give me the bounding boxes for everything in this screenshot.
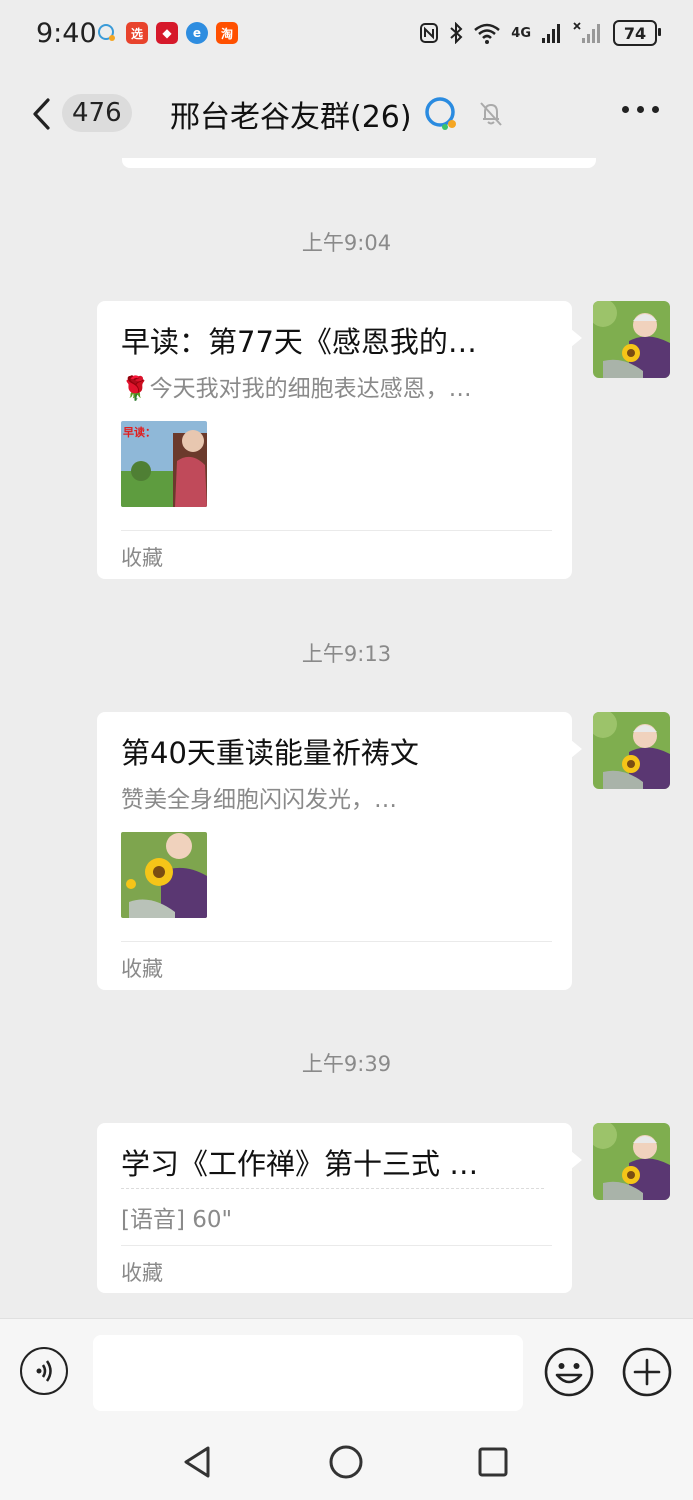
channel-bubble-icon <box>424 97 456 130</box>
message-time: 上午9:04 <box>301 231 392 255</box>
avatar-image <box>593 712 670 789</box>
battery-icon: 74 <box>613 20 661 46</box>
message-title: 第40天重读能量祈祷文 <box>121 736 419 770</box>
taobao-icon: 淘 <box>216 22 238 44</box>
battery-level: 74 <box>623 23 647 43</box>
system-navigation-bar <box>0 1424 693 1500</box>
plus-icon[interactable] <box>622 1347 672 1397</box>
message-time: 上午9:39 <box>301 1052 392 1076</box>
status-indicators: 4G 74 <box>419 20 661 46</box>
previous-message-card[interactable] <box>122 158 596 168</box>
voice-message-info: [语音] 60" <box>121 1207 233 1233</box>
message-card[interactable]: 学习《工作禅》第十三式 … [语音] 60" 收藏 <box>97 1123 582 1293</box>
nav-back-icon[interactable] <box>178 1442 218 1482</box>
browser-icon: e <box>186 22 208 44</box>
message-input[interactable] <box>93 1335 523 1411</box>
message-source: 收藏 <box>121 1261 163 1285</box>
avatar-image <box>593 1123 670 1200</box>
message-card[interactable]: 早读：第77天《感恩我的… 🌹今天我对我的细胞表达感恩，… 早读： 收藏 <box>97 301 582 579</box>
nfc-icon <box>420 23 439 43</box>
status-bar: 9:40 选 ◆ e 淘 4G 74 <box>0 0 693 70</box>
voice-icon <box>36 1360 52 1382</box>
message-source: 收藏 <box>121 957 163 981</box>
message-list[interactable]: 上午9:04 早读：第77天《感恩我的… 🌹今天我对我的细胞表达感恩，… 早读：… <box>0 158 693 1318</box>
thumbnail-image: 早读： <box>121 421 207 507</box>
message-desc: 赞美全身细胞闪闪发光，… <box>121 787 397 813</box>
mute-bell-icon <box>479 102 502 126</box>
message-title: 早读：第77天《感恩我的… <box>121 325 477 359</box>
dashed-divider <box>121 1188 544 1189</box>
app-icon-red-1: 选 <box>126 22 148 44</box>
message-card[interactable]: 第40天重读能量祈祷文 赞美全身细胞闪闪发光，… 收藏 <box>97 712 582 990</box>
message-title: 学习《工作禅》第十三式 … <box>121 1147 479 1181</box>
thumbnail-image <box>121 832 207 918</box>
chat-title[interactable]: 邢台老谷友群(26) <box>170 92 412 136</box>
card-divider <box>121 1245 552 1246</box>
back-arrow-icon[interactable] <box>28 94 58 134</box>
app-icon-red-2: ◆ <box>156 22 178 44</box>
voice-input-button[interactable] <box>20 1347 68 1395</box>
input-bar <box>0 1318 693 1425</box>
wifi-icon <box>474 23 501 44</box>
chat-header: 476 邢台老谷友群(26) <box>0 70 693 158</box>
signal-no-service-icon <box>573 22 600 43</box>
emoji-icon[interactable] <box>544 1347 594 1397</box>
avatar-image <box>593 301 670 378</box>
thumbnail-text: 早读： <box>123 425 156 439</box>
avatar[interactable] <box>593 712 670 789</box>
message-thumbnail <box>121 832 207 918</box>
chat-title-group: 邢台老谷友群(26) <box>170 92 506 136</box>
card-divider <box>121 530 552 531</box>
message-thumbnail: 早读： <box>121 421 207 507</box>
status-time: 9:40 <box>36 18 97 49</box>
chat-bubble-icon <box>98 24 115 41</box>
message-desc: 🌹今天我对我的细胞表达感恩，… <box>121 376 472 402</box>
more-options-icon[interactable] <box>622 106 659 113</box>
card-divider <box>121 941 552 942</box>
message-source: 收藏 <box>121 546 163 570</box>
signal-icon <box>542 24 560 43</box>
nav-recents-icon[interactable] <box>473 1442 513 1482</box>
message-time: 上午9:13 <box>301 642 392 666</box>
bluetooth-icon <box>450 22 463 44</box>
avatar[interactable] <box>593 301 670 378</box>
status-app-icons: 选 ◆ e 淘 <box>96 22 238 44</box>
network-type: 4G <box>511 25 531 41</box>
nav-home-icon[interactable] <box>326 1442 366 1482</box>
unread-count-badge[interactable]: 476 <box>62 94 132 132</box>
avatar[interactable] <box>593 1123 670 1200</box>
